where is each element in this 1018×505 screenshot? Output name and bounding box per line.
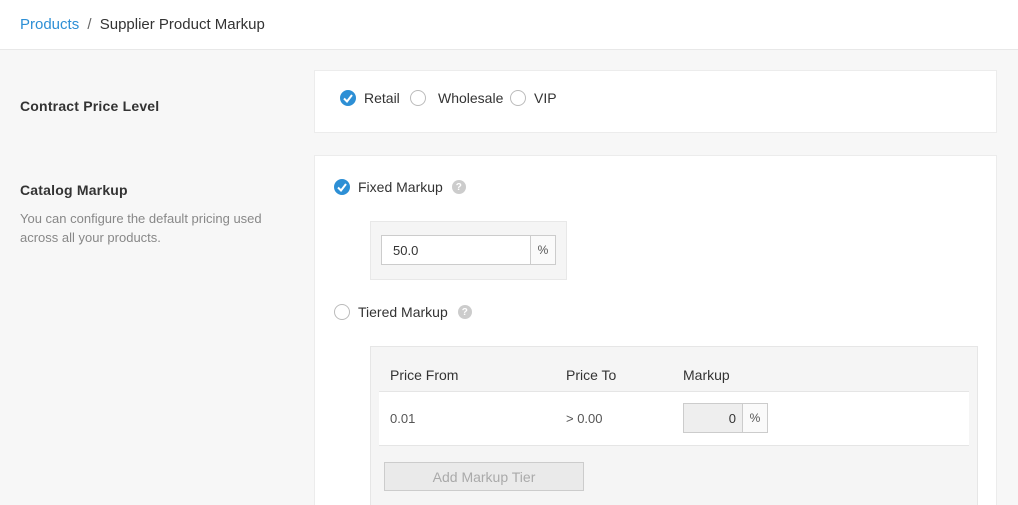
fixed-markup-input[interactable] <box>381 235 531 265</box>
help-icon[interactable]: ? <box>457 305 472 319</box>
tier-markup-input-group: % <box>683 403 768 433</box>
fixed-markup-radio[interactable] <box>334 179 350 195</box>
breadcrumb-current: Supplier Product Markup <box>99 16 265 33</box>
fixed-markup-radio-option[interactable]: Fixed Markup ? <box>334 179 466 195</box>
catalog-markup-card: Fixed Markup ? % Tiered Markup ? Price F… <box>314 155 997 505</box>
wholesale-radio[interactable] <box>410 90 426 106</box>
breadcrumb: Products / Supplier Product Markup <box>20 16 265 33</box>
fixed-markup-label: Fixed Markup <box>358 179 443 195</box>
tiered-markup-radio[interactable] <box>334 304 350 320</box>
vip-radio[interactable] <box>510 90 526 106</box>
vip-radio-option[interactable]: VIP <box>510 90 557 106</box>
tiered-markup-label: Tiered Markup <box>358 304 448 320</box>
fixed-markup-panel: % <box>370 221 567 280</box>
column-header-price-from: Price From <box>390 367 459 383</box>
wholesale-radio-option[interactable]: Wholesale <box>410 90 503 106</box>
retail-radio-option[interactable]: Retail <box>340 90 400 106</box>
tiered-markup-panel: Price From Price To Markup 0.01 > 0.00 %… <box>370 346 978 505</box>
catalog-markup-description: You can configure the default pricing us… <box>20 211 262 245</box>
contract-price-card: Retail Wholesale VIP <box>314 70 997 133</box>
add-markup-tier-button[interactable]: Add Markup Tier <box>384 462 584 491</box>
tier-markup-input[interactable] <box>683 403 743 433</box>
vip-label: VIP <box>534 90 557 106</box>
table-row: 0.01 > 0.00 % <box>379 391 969 446</box>
contract-price-level-title: Contract Price Level <box>20 98 160 114</box>
retail-radio[interactable] <box>340 90 356 106</box>
top-bar: Products / Supplier Product Markup <box>0 0 1018 50</box>
column-header-price-to: Price To <box>566 367 617 383</box>
tier-price-to: > 0.00 <box>566 411 603 426</box>
catalog-markup-title: Catalog Markup <box>20 182 128 198</box>
check-icon <box>343 94 353 103</box>
check-icon <box>337 183 347 192</box>
tiered-markup-radio-option[interactable]: Tiered Markup ? <box>334 304 472 320</box>
tier-markup-percent-addon: % <box>743 403 768 433</box>
fixed-markup-percent-addon: % <box>531 235 556 265</box>
column-header-markup: Markup <box>683 367 730 383</box>
breadcrumb-separator: / <box>87 16 92 33</box>
breadcrumb-products-link[interactable]: Products <box>20 16 79 33</box>
retail-label: Retail <box>364 90 400 106</box>
wholesale-label: Wholesale <box>438 90 504 106</box>
tier-price-from: 0.01 <box>390 411 416 426</box>
help-icon[interactable]: ? <box>451 180 466 194</box>
fixed-markup-input-group: % <box>381 235 556 265</box>
